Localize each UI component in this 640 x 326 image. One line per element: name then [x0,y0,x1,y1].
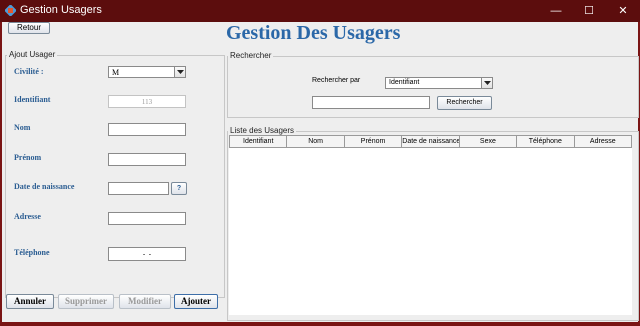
identifiant-field: 113 [108,95,186,108]
search-input[interactable] [312,96,430,109]
supprimer-button[interactable]: Supprimer [58,294,114,309]
adresse-field[interactable] [108,212,186,225]
back-button[interactable]: Retour [8,22,50,34]
rechercher-legend: Rechercher [228,51,274,60]
civilite-select[interactable]: M [108,66,186,78]
chevron-down-icon[interactable] [481,78,492,88]
ajout-usager-legend: Ajout Usager [7,50,58,59]
nom-label: Nom [14,123,31,132]
window-content: Retour Gestion Des Usagers Ajout Usager … [2,22,639,322]
close-icon[interactable]: ✕ [612,3,634,19]
title-bar: Gestion Usagers — ☐ ✕ [0,0,640,22]
date-picker-button[interactable]: ? [171,182,187,195]
column-header-date-naissance[interactable]: Date de naissance [401,135,460,148]
chevron-down-icon[interactable] [174,67,185,77]
annuler-button[interactable]: Annuler [6,294,54,309]
rechercher-par-value: Identifiant [389,79,420,86]
table-header-row: Identifiant Nom Prénom Date de naissance… [228,135,633,148]
adresse-label: Adresse [14,212,41,221]
ajouter-button[interactable]: Ajouter [174,294,218,309]
usagers-table: Identifiant Nom Prénom Date de naissance… [228,135,633,148]
column-header-sexe[interactable]: Sexe [458,135,518,148]
rechercher-par-label: Rechercher par [312,77,361,84]
civilite-label: Civilité : [14,67,44,76]
column-header-adresse[interactable]: Adresse [573,135,633,148]
date-naissance-field[interactable] [108,182,169,195]
ajout-usager-panel [5,55,225,298]
date-naissance-label: Date de naissance [14,182,75,191]
usagers-table-area[interactable] [229,135,632,315]
rechercher-par-select[interactable]: Identifiant [385,77,493,89]
nom-field[interactable] [108,123,186,136]
telephone-label: Téléphone [14,248,50,257]
maximize-icon[interactable]: ☐ [578,3,600,19]
column-header-prenom[interactable]: Prénom [343,135,403,148]
column-header-identifiant[interactable]: Identifiant [228,135,288,148]
minimize-icon[interactable]: — [545,3,567,19]
telephone-field[interactable]: - - [108,247,186,261]
prenom-label: Prénom [14,153,42,162]
rechercher-button[interactable]: Rechercher [437,96,492,110]
page-title: Gestion Des Usagers [226,22,401,44]
civilite-value: M [112,68,120,77]
column-header-nom[interactable]: Nom [286,135,345,148]
identifiant-label: Identifiant [14,95,51,104]
prenom-field[interactable] [108,153,186,166]
java-app-icon [4,4,17,17]
window-title: Gestion Usagers [20,4,102,16]
modifier-button[interactable]: Modifier [119,294,171,309]
column-header-telephone[interactable]: Téléphone [516,135,575,148]
liste-usagers-legend: Liste des Usagers [228,126,297,135]
